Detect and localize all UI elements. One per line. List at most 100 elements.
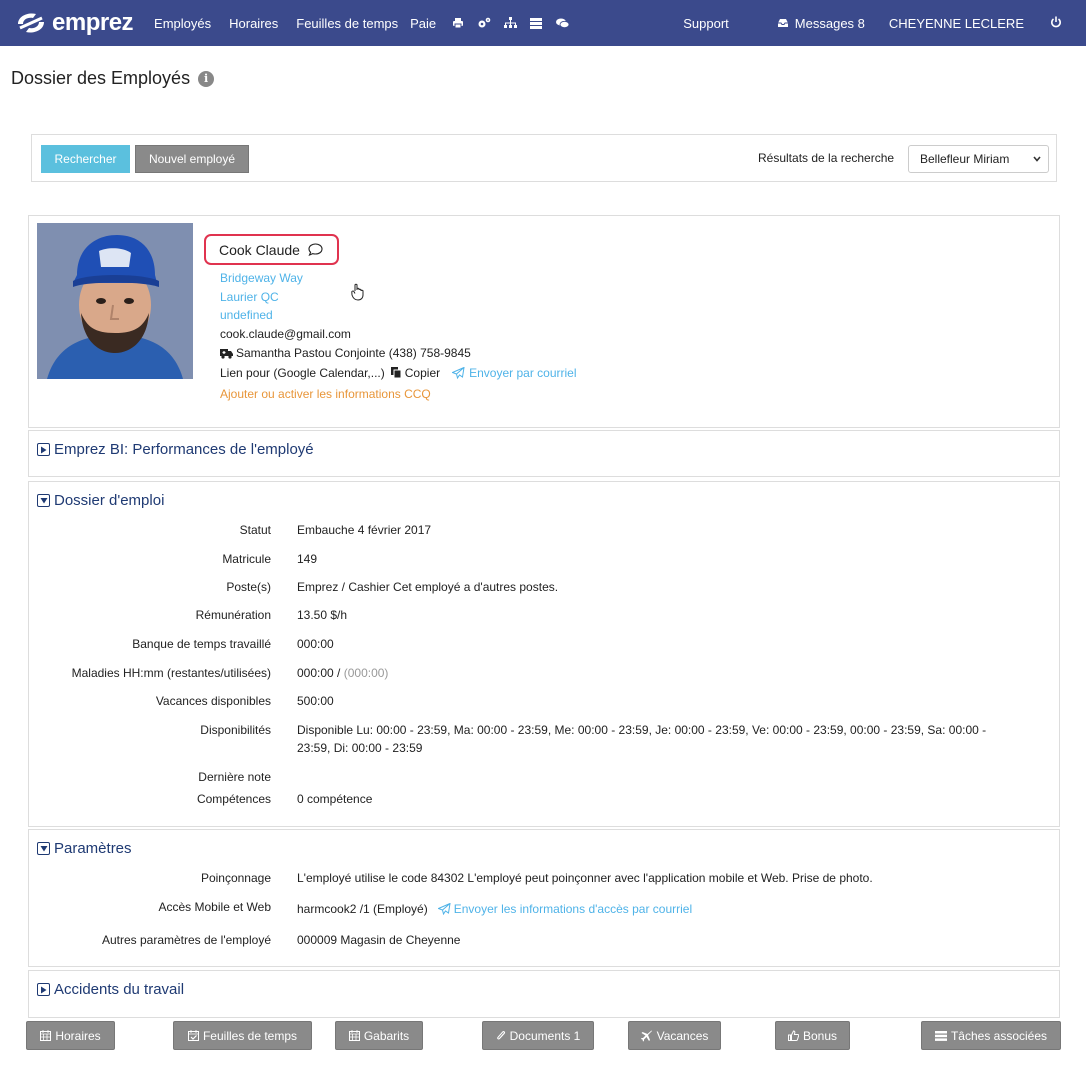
bonus-button[interactable]: Bonus [775, 1021, 850, 1050]
cogs-icon[interactable] [477, 16, 491, 30]
vacances-value: 500:00 [297, 694, 334, 708]
bi-section-header[interactable]: Emprez BI: Performances de l'employé [37, 441, 314, 458]
acces-label: Accès Mobile et Web [158, 900, 272, 914]
messages-label: Messages 8 [794, 15, 865, 31]
nav-messages[interactable]: Messages 8 [777, 16, 865, 31]
thumbs-up-icon [787, 1030, 799, 1041]
server-icon[interactable] [529, 16, 543, 30]
employee-name: Cook Claude [219, 241, 300, 258]
accidents-section: Accidents du travail [28, 970, 1060, 1018]
parametres-section-title: Paramètres [54, 840, 132, 857]
plane-icon [640, 1030, 652, 1041]
taches-label: Tâches associées [950, 1028, 1048, 1043]
brand-name: emprez [52, 9, 134, 36]
send-email-label: Envoyer par courriel [469, 366, 577, 380]
comments-icon[interactable] [555, 16, 569, 30]
dossier-section-title: Dossier d'emploi [54, 492, 165, 509]
vacances-label: Vacances disponibles [155, 694, 271, 708]
disponibilites-line2: 23:59, Di: 00:00 - 23:59 [297, 741, 423, 755]
calendar-icon [348, 1030, 360, 1041]
profile-panel: Cook Claude Bridgeway Way Laurier QC und… [28, 215, 1060, 428]
tasks-icon [934, 1030, 947, 1041]
employee-photo [37, 223, 193, 379]
nav-paie[interactable]: Paie [410, 16, 436, 31]
parametres-section: Paramètres Poinçonnage L'employé utilise… [28, 829, 1060, 967]
collapse-icon [37, 842, 50, 855]
documents-button[interactable]: Documents 1 [482, 1021, 594, 1050]
competences-label: Compétences [196, 792, 271, 806]
horaires-button[interactable]: Horaires [26, 1021, 115, 1050]
postes-label: Poste(s) [226, 580, 271, 594]
sitemap-icon[interactable] [503, 16, 517, 30]
taches-button[interactable]: Tâches associées [921, 1021, 1061, 1050]
ccq-link[interactable]: Ajouter ou activer les informations CCQ [220, 387, 431, 401]
gabarits-label: Gabarits [363, 1028, 410, 1043]
documents-label: Documents 1 [509, 1028, 581, 1043]
search-panel: Rechercher Nouvel employé Résultats de l… [31, 134, 1057, 182]
expand-icon [37, 983, 50, 996]
inbox-icon [777, 19, 788, 27]
horaires-label: Horaires [55, 1028, 101, 1043]
calendar-link-row: Lien pour (Google Calendar,...) Copier E… [220, 366, 577, 380]
new-employee-button[interactable]: Nouvel employé [135, 145, 249, 173]
page-title-text: Dossier des Employés [11, 68, 191, 88]
poinconnage-value: L'employé utilise le code 84302 L'employ… [297, 871, 873, 885]
acces-row: harmcook2 /1 (Employé) Envoyer les infor… [297, 902, 692, 916]
power-icon[interactable] [1050, 16, 1062, 31]
chevron-down-icon [1033, 156, 1041, 162]
vacances-button[interactable]: Vacances [628, 1021, 721, 1050]
banque-value: 000:00 [297, 637, 334, 651]
disponibilites-label: Disponibilités [200, 723, 271, 737]
copy-label: Copier [404, 366, 441, 380]
accidents-section-header[interactable]: Accidents du travail [37, 981, 184, 998]
send-email-link[interactable]: Envoyer par courriel [452, 366, 577, 380]
top-navbar: emprez Employés Horaires Feuilles de tem… [0, 0, 1086, 46]
nav-support[interactable]: Support [683, 16, 729, 31]
info-icon[interactable]: i [198, 70, 215, 87]
banque-label: Banque de temps travaillé [132, 637, 271, 651]
matricule-label: Matricule [222, 552, 271, 566]
calendar-link-label: Lien pour (Google Calendar,...) [220, 366, 385, 380]
feuilles-label: Feuilles de temps [202, 1028, 298, 1043]
brand-logo[interactable]: emprez [14, 9, 134, 37]
copy-icon [390, 367, 402, 379]
hand-cursor-icon [351, 283, 364, 301]
copy-button[interactable]: Copier [390, 366, 441, 380]
statut-value: Embauche 4 février 2017 [297, 523, 432, 537]
results-label: Résultats de la recherche [758, 151, 895, 165]
remuneration-value: 13.50 $/h [297, 608, 348, 622]
feuilles-button[interactable]: Feuilles de temps [173, 1021, 312, 1050]
address-line1[interactable]: Bridgeway Way [220, 271, 303, 285]
dossier-section-header[interactable]: Dossier d'emploi [37, 492, 164, 509]
employee-name-box[interactable]: Cook Claude [204, 234, 339, 265]
bonus-label: Bonus [802, 1028, 838, 1043]
print-icon[interactable] [451, 16, 465, 30]
dossier-section: Dossier d'emploi Statut Embauche 4 févri… [28, 481, 1060, 827]
paper-plane-icon [437, 903, 451, 915]
autres-label: Autres paramètres de l'employé [101, 933, 271, 947]
autres-value: 000009 Magasin de Cheyenne [297, 933, 461, 947]
search-button[interactable]: Rechercher [41, 145, 130, 173]
results-select[interactable]: Bellefleur Miriam [908, 145, 1049, 173]
nav-feuilles-de-temps[interactable]: Feuilles de temps [296, 16, 398, 31]
maladies-value: 000:00 / [297, 666, 341, 680]
bi-section: Emprez BI: Performances de l'employé [28, 430, 1060, 477]
emergency-contact-text: Samantha Pastou Conjointe (438) 758-9845 [236, 346, 471, 360]
maladies-row: 000:00 / (000:00) [297, 666, 388, 680]
comment-icon[interactable] [308, 243, 323, 256]
emprez-logo-icon [18, 13, 44, 33]
send-access-link[interactable]: Envoyer les informations d'accès par cou… [437, 902, 692, 916]
address-line3[interactable]: undefined [220, 308, 273, 322]
nav-employes[interactable]: Employés [154, 16, 211, 31]
nav-horaires[interactable]: Horaires [229, 16, 278, 31]
expand-icon [37, 443, 50, 456]
parametres-section-header[interactable]: Paramètres [37, 840, 132, 857]
emergency-contact: Samantha Pastou Conjointe (438) 758-9845 [220, 346, 471, 360]
maladies-used: (000:00) [343, 666, 389, 680]
matricule-value: 149 [297, 552, 318, 566]
bi-section-title: Emprez BI: Performances de l'employé [54, 441, 314, 458]
paperclip-icon [496, 1030, 505, 1039]
gabarits-button[interactable]: Gabarits [335, 1021, 423, 1050]
address-line2[interactable]: Laurier QC [220, 290, 279, 304]
nav-user-menu[interactable]: CHEYENNE LECLERE [889, 16, 1024, 31]
